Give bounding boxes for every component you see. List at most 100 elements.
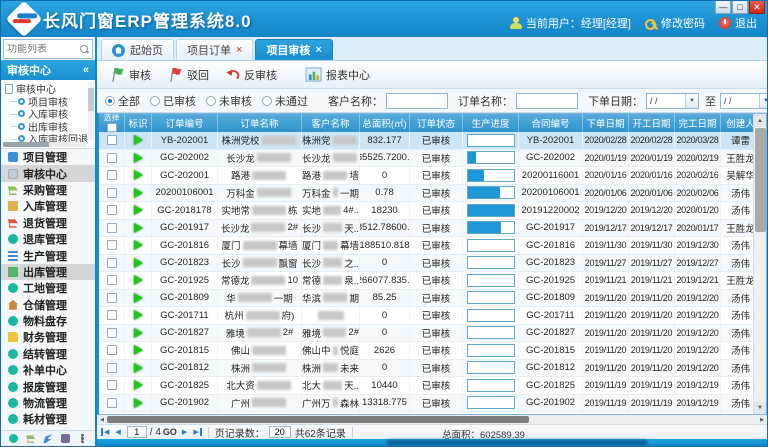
order-date-from-picker[interactable]: / /▼ bbox=[646, 93, 699, 109]
table-row[interactable]: GC-201815佛山佛山中悦庭2626已审核GC-2018152019/11/… bbox=[99, 342, 753, 360]
chevron-down-icon[interactable]: ▼ bbox=[685, 94, 698, 108]
edit-icon[interactable] bbox=[43, 434, 52, 443]
horizontal-scroll-thumb[interactable] bbox=[107, 416, 529, 423]
row-checkbox[interactable] bbox=[107, 328, 117, 338]
sidebar-item-物流管理[interactable]: 物流管理 bbox=[1, 395, 95, 411]
sidebar-item-结转管理[interactable]: 结转管理 bbox=[1, 346, 95, 362]
chevron-down-icon[interactable]: ▼ bbox=[759, 94, 767, 108]
row-checkbox[interactable] bbox=[107, 205, 117, 215]
close-tab-icon[interactable]: × bbox=[236, 45, 242, 56]
sidebar-item-工地管理[interactable]: 工地管理 bbox=[1, 280, 95, 296]
table-row[interactable]: 20200106001万科金万科金一期0.78已审核20200106001202… bbox=[99, 185, 753, 203]
scroll-down-icon[interactable]: ▼ bbox=[754, 401, 767, 414]
sidebar-item-生产管理[interactable]: 生产管理 bbox=[1, 247, 95, 263]
sidebar-item-物料盘存[interactable]: 物料盘存 bbox=[1, 313, 95, 329]
order-date-to-picker[interactable]: / /▼ bbox=[720, 93, 767, 109]
table-row[interactable] bbox=[99, 412, 753, 414]
vertical-scrollbar[interactable]: ▲ ▼ bbox=[753, 114, 766, 414]
radio-全部[interactable]: 全部 bbox=[105, 93, 140, 109]
row-checkbox[interactable] bbox=[107, 240, 117, 250]
cart-icon[interactable] bbox=[26, 434, 35, 443]
反审核-button[interactable]: 反审核 bbox=[221, 65, 285, 85]
tree-horizontal-scrollbar[interactable] bbox=[3, 142, 87, 147]
table-row[interactable]: GC-201816厦门幕墙厦门幕墙188510.818已审核GC-2018162… bbox=[99, 237, 753, 255]
row-checkbox[interactable] bbox=[107, 153, 117, 163]
tab-项目订单[interactable]: 项目订单× bbox=[176, 39, 253, 60]
radio-未通过[interactable]: 未通过 bbox=[262, 93, 308, 109]
status-icon[interactable] bbox=[9, 434, 18, 443]
sidebar-item-退货管理[interactable]: 退货管理 bbox=[1, 215, 95, 231]
sidebar-item-审核中心[interactable]: 审核中心 bbox=[1, 165, 95, 181]
radio-已审核[interactable]: 已审核 bbox=[150, 93, 196, 109]
sidebar-item-耗材管理[interactable]: 耗材管理 bbox=[1, 411, 95, 427]
table-row[interactable]: GC-2018178实地常栋实地4#..18230已审核201912200022… bbox=[99, 202, 753, 220]
row-checkbox[interactable] bbox=[107, 293, 117, 303]
last-page-button[interactable]: ▶ bbox=[190, 428, 201, 436]
horizontal-scrollbar[interactable]: ◀ ▶ bbox=[97, 415, 767, 424]
table-row[interactable]: GC-202001路港路港墙0已审核202001160012020/01/162… bbox=[99, 167, 753, 185]
order-name-cell: 北大资 bbox=[218, 377, 302, 394]
close-button[interactable]: ✕ bbox=[749, 1, 765, 14]
scroll-up-icon[interactable]: ▲ bbox=[754, 114, 767, 127]
change-password-button[interactable]: 修改密码 bbox=[645, 15, 705, 31]
scroll-left-icon[interactable]: ◀ bbox=[97, 415, 107, 424]
row-checkbox[interactable] bbox=[107, 170, 117, 180]
tab-项目审核[interactable]: 项目审核× bbox=[255, 39, 332, 60]
sidebar-item-出库管理[interactable]: 出库管理 bbox=[1, 264, 95, 280]
sidebar-item-采购管理[interactable]: 采购管理 bbox=[1, 182, 95, 198]
table-row[interactable]: GC-201902广州广州万森林13318.775已审核GC-201902201… bbox=[99, 395, 753, 413]
go-button[interactable]: GO bbox=[163, 427, 177, 437]
驳回-button[interactable]: 驳回 bbox=[163, 65, 217, 85]
table-row[interactable]: GC-201812株洲株洲未来0已审核GC-2018122019/11/2020… bbox=[99, 360, 753, 378]
table-row[interactable]: GC-201711杭州府)0已审核GC-2017112019/11/202019… bbox=[99, 307, 753, 325]
sidebar-item-退库管理[interactable]: 退库管理 bbox=[1, 231, 95, 247]
row-checkbox[interactable] bbox=[107, 310, 117, 320]
row-checkbox[interactable] bbox=[107, 258, 117, 268]
row-checkbox[interactable] bbox=[107, 398, 117, 408]
审核-button[interactable]: 审核 bbox=[105, 65, 159, 85]
table-row[interactable]: GC-201825北大资北大天..10440已审核GC-2018252019/1… bbox=[99, 377, 753, 395]
sidebar-item-报废管理[interactable]: 报废管理 bbox=[1, 378, 95, 394]
first-page-button[interactable]: ◀ bbox=[101, 428, 112, 436]
close-tab-icon[interactable]: × bbox=[315, 45, 321, 56]
collapse-icon[interactable]: « bbox=[83, 64, 89, 76]
page-size-input[interactable] bbox=[269, 426, 291, 438]
function-search-input[interactable] bbox=[7, 44, 80, 55]
table-row[interactable]: GC-201827雅境2#雅境2#0已审核GC-2018272019/11/20… bbox=[99, 325, 753, 343]
sidebar-item-仓储管理[interactable]: 仓储管理 bbox=[1, 297, 95, 313]
more-icon[interactable] bbox=[78, 434, 87, 443]
table-row[interactable]: GC-201925常德龙10常德泉..266077.835..已审核GC-201… bbox=[99, 272, 753, 290]
sidebar-item-财务管理[interactable]: 财务管理 bbox=[1, 329, 95, 345]
logout-button[interactable]: 退出 bbox=[719, 15, 757, 31]
minimize-button[interactable]: — bbox=[715, 1, 731, 14]
tab-起始页[interactable]: 起始页 bbox=[101, 39, 174, 60]
scroll-right-icon[interactable]: ▶ bbox=[757, 415, 767, 424]
radio-未审核[interactable]: 未审核 bbox=[206, 93, 252, 109]
sidebar-item-项目管理[interactable]: 项目管理 bbox=[1, 149, 95, 165]
prev-page-button[interactable]: ◀ bbox=[112, 428, 123, 436]
row-checkbox[interactable] bbox=[107, 363, 117, 373]
报表中心-button[interactable]: 报表中心 bbox=[301, 65, 378, 85]
page-number-input[interactable] bbox=[127, 426, 147, 438]
row-checkbox[interactable] bbox=[107, 188, 117, 198]
row-checkbox[interactable] bbox=[107, 223, 117, 233]
table-row[interactable]: GC-201917长沙龙2#长沙天..8512.78600..已审核GC-201… bbox=[99, 220, 753, 238]
sidebar-item-入库管理[interactable]: 入库管理 bbox=[1, 198, 95, 214]
user-small-icon[interactable] bbox=[61, 434, 70, 443]
order-name-input[interactable] bbox=[516, 93, 578, 109]
table-row[interactable]: GC-201823长沙飘窗长沙之..0已审核GC-2018232019/11/2… bbox=[99, 255, 753, 273]
customer-name-input[interactable] bbox=[386, 93, 448, 109]
table-row[interactable]: GC-202002长沙龙长沙龙65525.7200..已审核GC-2020022… bbox=[99, 150, 753, 168]
row-checkbox[interactable] bbox=[107, 275, 117, 285]
row-checkbox[interactable] bbox=[107, 345, 117, 355]
select-all-checkbox[interactable] bbox=[107, 123, 117, 132]
table-row[interactable]: YB-202001株洲党校株洲党832.177已审核YB-2020012020/… bbox=[99, 132, 753, 150]
table-row[interactable]: GC-201809华一期华滨期85.25已审核GC-2018092019/11/… bbox=[99, 290, 753, 308]
row-checkbox[interactable] bbox=[107, 135, 117, 145]
next-page-button[interactable]: ▶ bbox=[179, 428, 190, 436]
tree-vertical-scrollbar[interactable] bbox=[88, 82, 94, 140]
vertical-scroll-thumb[interactable] bbox=[755, 128, 766, 232]
maximize-button[interactable]: □ bbox=[732, 1, 748, 14]
sidebar-item-补单中心[interactable]: 补单中心 bbox=[1, 362, 95, 378]
row-checkbox[interactable] bbox=[107, 380, 117, 390]
